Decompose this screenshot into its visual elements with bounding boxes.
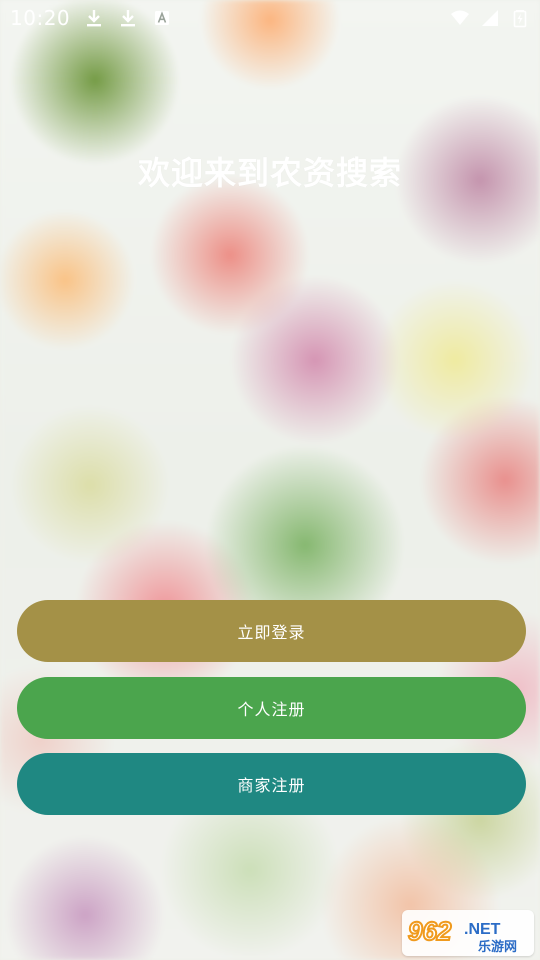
welcome-title: 欢迎来到农资搜索 xyxy=(137,154,402,192)
watermark-logo: 962 .NET 乐游网 xyxy=(402,910,534,956)
watermark-logo-graphic: 962 .NET 乐游网 xyxy=(407,915,517,955)
app-screen: 10:20 欢迎来到农资搜索 立即登录 个人注册 商家注册 962 .NET 乐… xyxy=(0,0,540,960)
login-button[interactable]: 立即登录 xyxy=(17,600,526,662)
status-bar: 10:20 xyxy=(0,0,540,36)
blurred-background-image xyxy=(0,0,540,960)
a-notification-icon xyxy=(155,11,170,25)
merchant-register-button[interactable]: 商家注册 xyxy=(17,753,526,815)
watermark-brand-name: 乐游网 xyxy=(478,939,517,955)
personal-register-button-label: 个人注册 xyxy=(237,700,306,719)
status-bar-right xyxy=(450,8,530,28)
watermark-number: 962 xyxy=(408,916,452,946)
merchant-register-button-label: 商家注册 xyxy=(237,776,306,795)
status-time: 10:20 xyxy=(10,6,71,30)
signal-icon xyxy=(482,10,498,26)
watermark-suffix: .NET xyxy=(464,921,501,938)
personal-register-button[interactable]: 个人注册 xyxy=(17,677,526,739)
battery-charging-icon xyxy=(513,10,527,28)
wifi-icon xyxy=(451,10,469,25)
status-bar-left: 10:20 xyxy=(10,6,172,30)
download-icon xyxy=(121,10,136,27)
login-button-label: 立即登录 xyxy=(237,623,306,642)
download-icon xyxy=(87,10,102,27)
